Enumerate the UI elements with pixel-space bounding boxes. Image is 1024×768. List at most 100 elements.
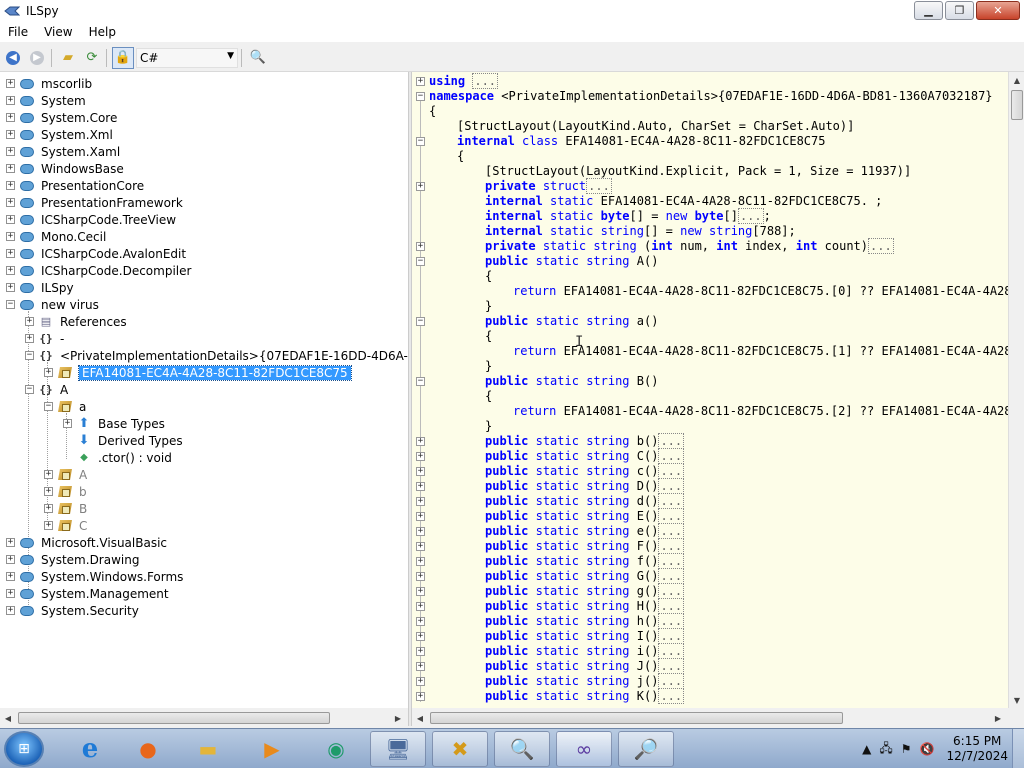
expand-toggle[interactable]: +	[63, 419, 72, 428]
expand-toggle[interactable]: +	[25, 334, 34, 343]
fold-toggle[interactable]: +	[416, 467, 425, 476]
fold-toggle[interactable]: +	[416, 527, 425, 536]
tree-item[interactable]: + ICSharpCode.AvalonEdit	[6, 245, 186, 262]
expand-toggle[interactable]: +	[6, 589, 15, 598]
expand-toggle[interactable]: +	[6, 249, 15, 258]
search-button[interactable]: 🔍	[247, 47, 269, 69]
network-icon[interactable]: 🖧	[879, 739, 892, 760]
scrollbar-thumb[interactable]	[1011, 90, 1023, 120]
action-center-flag-icon[interactable]: ⚑	[901, 742, 912, 756]
fold-toggle[interactable]: +	[416, 557, 425, 566]
fold-toggle[interactable]: +	[416, 662, 425, 671]
expand-toggle[interactable]: +	[6, 96, 15, 105]
scroll-up-icon[interactable]: ▲	[1009, 72, 1024, 88]
expand-toggle[interactable]: +	[6, 181, 15, 190]
expand-toggle[interactable]: +	[6, 215, 15, 224]
tree-item[interactable]: + System.Core	[6, 109, 117, 126]
tree-item[interactable]: ◆ .ctor() : void	[76, 449, 172, 466]
fold-toggle[interactable]: +	[416, 482, 425, 491]
tree-item[interactable]: + PresentationFramework	[6, 194, 183, 211]
taskbar-search-app[interactable]: 🔍	[494, 731, 550, 767]
expand-toggle[interactable]: +	[6, 266, 15, 275]
tree-item[interactable]: −{} <PrivateImplementationDetails>{07EDAF…	[25, 347, 408, 364]
reload-button[interactable]: ⟳	[81, 47, 103, 69]
fold-toggle[interactable]: +	[416, 437, 425, 446]
collapse-toggle[interactable]: −	[25, 385, 34, 394]
tree-item[interactable]: + PresentationCore	[6, 177, 144, 194]
taskbar-firefox[interactable]: ●	[120, 731, 176, 767]
tree-item[interactable]: + ICSharpCode.Decompiler	[6, 262, 191, 279]
scroll-right-icon[interactable]: ▶	[390, 710, 406, 726]
tree-item[interactable]: + System.Drawing	[6, 551, 139, 568]
scroll-down-icon[interactable]: ▼	[1009, 692, 1024, 708]
menu-help[interactable]: Help	[81, 25, 124, 39]
fold-toggle[interactable]: −	[416, 317, 425, 326]
maximize-button[interactable]: ❐	[945, 1, 974, 20]
fold-toggle[interactable]: +	[416, 572, 425, 581]
expand-toggle[interactable]: +	[44, 470, 53, 479]
taskbar-explorer[interactable]: ▬	[180, 731, 236, 767]
tree-item[interactable]: + System.Management	[6, 585, 169, 602]
expand-toggle[interactable]: +	[6, 164, 15, 173]
expand-toggle[interactable]: +	[44, 487, 53, 496]
expand-toggle[interactable]: +	[6, 283, 15, 292]
fold-toggle[interactable]: +	[416, 77, 425, 86]
fold-toggle[interactable]: +	[416, 542, 425, 551]
fold-toggle[interactable]: −	[416, 257, 425, 266]
fold-toggle[interactable]: +	[416, 692, 425, 701]
fold-toggle[interactable]: +	[416, 602, 425, 611]
menu-file[interactable]: File	[0, 25, 36, 39]
show-desktop-button[interactable]	[1012, 729, 1024, 768]
expand-toggle[interactable]: +	[6, 232, 15, 241]
tree-item[interactable]: + Microsoft.VisualBasic	[6, 534, 167, 551]
start-button[interactable]: ⊞	[4, 731, 44, 767]
show-hidden-icons-icon[interactable]: ▲	[862, 742, 871, 756]
taskbar-media-player[interactable]: ▶	[244, 731, 300, 767]
tree-item-selected[interactable]: + EFA14081-EC4A-4A28-8C11-82FDC1CE8C75	[44, 364, 352, 381]
fold-toggle[interactable]: +	[416, 497, 425, 506]
tree-horizontal-scrollbar[interactable]: ◀ ▶	[0, 710, 408, 726]
fold-toggle[interactable]: +	[416, 677, 425, 686]
expand-toggle[interactable]: +	[6, 538, 15, 547]
fold-toggle[interactable]: +	[416, 512, 425, 521]
open-button[interactable]: ▰	[57, 47, 79, 69]
scrollbar-thumb[interactable]	[18, 712, 330, 724]
expand-toggle[interactable]: +	[6, 555, 15, 564]
fold-toggle[interactable]: −	[416, 92, 425, 101]
tree-item[interactable]: ⬇ Derived Types	[76, 432, 183, 449]
scroll-right-icon[interactable]: ▶	[990, 710, 1006, 726]
tree-item[interactable]: + ⬆ Base Types	[63, 415, 165, 432]
taskbar-tool[interactable]: ✖	[432, 731, 488, 767]
fold-toggle[interactable]: +	[416, 587, 425, 596]
expand-toggle[interactable]: +	[44, 368, 53, 377]
close-button[interactable]: ✕	[976, 1, 1020, 20]
taskbar-setup[interactable]: 🖥	[370, 731, 426, 767]
expand-toggle[interactable]: +	[6, 572, 15, 581]
tree-item[interactable]: + System.Xml	[6, 126, 113, 143]
collapse-toggle[interactable]: −	[6, 300, 15, 309]
minimize-button[interactable]: ▁	[914, 1, 943, 20]
collapse-toggle[interactable]: −	[25, 351, 34, 360]
show-internal-button[interactable]: 🔒	[112, 46, 134, 69]
tree-item[interactable]: + WindowsBase	[6, 160, 124, 177]
taskbar-internet-explorer[interactable]: e	[62, 731, 118, 767]
code-horizontal-scrollbar[interactable]: ◀ ▶	[412, 710, 1008, 726]
fold-toggle[interactable]: −	[416, 137, 425, 146]
tree-item[interactable]: + b	[44, 483, 87, 500]
scroll-left-icon[interactable]: ◀	[412, 710, 428, 726]
fold-toggle[interactable]: +	[416, 617, 425, 626]
fold-toggle[interactable]: +	[416, 242, 425, 251]
fold-toggle[interactable]: +	[416, 182, 425, 191]
tree-item[interactable]: + {} -	[25, 330, 64, 347]
collapse-toggle[interactable]: −	[44, 402, 53, 411]
language-select[interactable]: C# ▼	[136, 47, 238, 68]
fold-toggle[interactable]: +	[416, 452, 425, 461]
tree-item[interactable]: + mscorlib	[6, 75, 92, 92]
taskbar-app-green[interactable]: ◉	[308, 731, 364, 767]
tree-item[interactable]: + System.Windows.Forms	[6, 568, 183, 585]
tree-item[interactable]: + ▤ References	[25, 313, 127, 330]
tree-item[interactable]: + ICSharpCode.TreeView	[6, 211, 176, 228]
volume-muted-icon[interactable]: 🔇	[920, 742, 935, 756]
tree-item[interactable]: + System.Xaml	[6, 143, 120, 160]
tree-item[interactable]: + C	[44, 517, 87, 534]
